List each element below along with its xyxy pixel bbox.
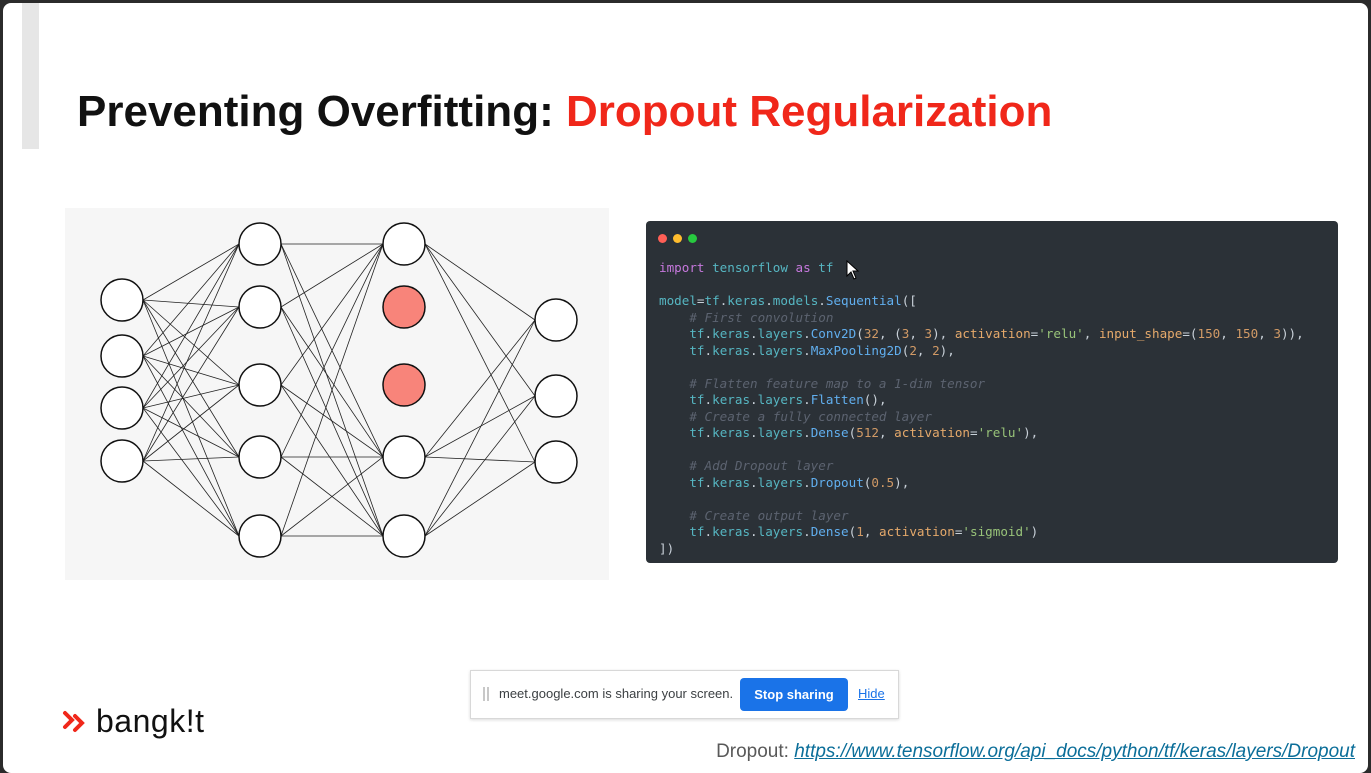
slide: Preventing Overfitting: Dropout Regulari… (3, 3, 1368, 773)
code-line: # First convolution (689, 309, 834, 325)
code-line: # Add Dropout layer (689, 458, 834, 473)
connection-line (424, 461, 536, 537)
neuron (534, 374, 578, 418)
connection-line (142, 299, 240, 386)
neuron (382, 435, 426, 479)
neural-network-diagram (65, 208, 609, 580)
neuron (238, 514, 282, 558)
screen-share-bar: meet.google.com is sharing your screen. … (470, 670, 899, 719)
footer-prefix: Dropout: (716, 741, 795, 762)
connection-line (424, 319, 536, 458)
slide-accent-bar (22, 3, 39, 149)
connection-line (280, 384, 384, 537)
neuron (238, 285, 282, 329)
connection-line (142, 456, 240, 462)
neuron (100, 439, 144, 483)
connection-line (280, 243, 384, 386)
code-line: tf.keras.layers.Flatten(), (689, 392, 887, 407)
dropped-neuron (382, 363, 426, 407)
connection-line (142, 355, 240, 386)
connection-line (142, 243, 240, 357)
code-line: # Create output layer (689, 507, 849, 523)
connection-line (280, 306, 384, 458)
drag-handle-icon[interactable] (483, 687, 489, 701)
dropped-neuron (382, 285, 426, 329)
code-line: tf.keras.layers.MaxPooling2D(2, 2), (689, 342, 955, 358)
code-line: model=tf.keras.models.Sequential([ (659, 293, 917, 308)
connection-line (424, 243, 536, 397)
bangkit-logo: bangk!t (62, 703, 204, 740)
code-line: tf.keras.layers.Conv2D(32, (3, 3), activ… (689, 326, 1304, 341)
neuron (534, 440, 578, 484)
neuron (238, 363, 282, 407)
bangkit-logo-text: bangk!t (96, 703, 205, 739)
neuron (238, 435, 282, 479)
connection-line (424, 456, 536, 463)
code-line: import tensorflow as tf (659, 260, 834, 275)
code-window: import tensorflow as tf model=tf.keras.mo… (646, 221, 1338, 563)
slide-title-highlight: Dropout Regularization (565, 87, 1053, 136)
code-line: # Flatten feature map to a 1-dim tensor (689, 375, 986, 391)
close-dot-icon (658, 234, 667, 243)
neural-network-svg (100, 222, 578, 558)
neuron (100, 386, 144, 430)
connection-line (142, 306, 240, 357)
connection-line (280, 384, 384, 458)
neuron (382, 514, 426, 558)
connection-line (142, 243, 240, 301)
connection-line (142, 299, 240, 537)
neuron (382, 222, 426, 266)
connection-line (142, 243, 240, 462)
connection-line (424, 243, 536, 321)
slide-title-prefix: Preventing Overfitting: (77, 87, 566, 136)
code-block: import tensorflow as tf model=tf.keras.mo… (659, 260, 1304, 557)
neuron (100, 334, 144, 378)
window-controls (658, 234, 697, 243)
neuron (100, 278, 144, 322)
neuron (238, 222, 282, 266)
code-line: # Create a fully connected layer (689, 408, 932, 424)
bangkit-logo-icon (63, 710, 85, 732)
hide-link[interactable]: Hide (858, 686, 885, 701)
connection-line (142, 299, 240, 308)
maximize-dot-icon (688, 234, 697, 243)
code-line: tf.keras.layers.Dropout(0.5), (689, 474, 910, 490)
code-line: tf.keras.layers.Dense(512, activation='r… (689, 425, 1039, 440)
connection-line (280, 306, 384, 537)
code-line: ]) (659, 540, 675, 556)
mouse-cursor-icon (846, 260, 860, 280)
connection-line (142, 306, 240, 409)
neuron (534, 298, 578, 342)
code-line: tf.keras.layers.Dense(1, activation='sig… (689, 524, 1039, 539)
share-message: meet.google.com is sharing your screen. (499, 686, 734, 701)
connection-line (424, 395, 536, 537)
dropout-docs-link[interactable]: https://www.tensorflow.org/api_docs/pyth… (794, 741, 1355, 762)
connection-line (142, 299, 240, 458)
slide-title: Preventing Overfitting: Dropout Regulari… (77, 87, 1052, 137)
footer-reference: Dropout: https://www.tensorflow.org/api_… (716, 741, 1355, 763)
connection-line (424, 395, 536, 458)
connection-line (142, 355, 240, 458)
stop-sharing-button[interactable]: Stop sharing (740, 678, 848, 711)
minimize-dot-icon (673, 234, 682, 243)
connections (142, 243, 536, 537)
